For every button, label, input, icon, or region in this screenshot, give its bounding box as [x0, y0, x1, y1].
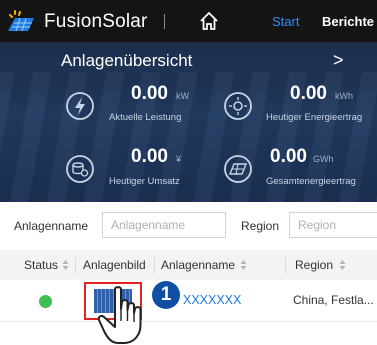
column-header-plant-image: Anlagenbild — [83, 258, 146, 272]
overview-title: Anlagenübersicht — [61, 51, 193, 70]
nav-reports-link[interactable]: Berichte — [322, 14, 374, 29]
current-power-unit: kW — [176, 91, 189, 101]
plant-name-link[interactable]: XXXXXXX — [183, 293, 241, 307]
current-power-value: 0.00 — [131, 83, 168, 104]
column-header-status[interactable]: Status — [24, 258, 58, 272]
pointing-hand-icon — [97, 286, 142, 344]
step-number-badge: 1 — [152, 281, 180, 309]
daily-revenue-unit: ¥ — [176, 154, 182, 164]
panel-total-icon — [224, 155, 252, 183]
chevron-right-icon[interactable]: > — [333, 50, 344, 71]
column-header-plant-name[interactable]: Anlagenname — [161, 258, 235, 272]
region-filter-label: Region — [241, 219, 280, 233]
daily-revenue-label: Heutiger Umsatz — [109, 176, 180, 187]
total-energy-unit: GWh — [313, 154, 334, 164]
coins-icon — [66, 155, 94, 183]
column-divider — [154, 257, 155, 273]
fusionsolar-logo-icon — [8, 10, 34, 32]
sort-icon[interactable] — [240, 259, 247, 271]
sort-icon[interactable] — [339, 259, 346, 271]
plant-table-header: Status Anlagenbild Anlagenname Region — [0, 250, 377, 280]
daily-energy-unit: kWh — [335, 91, 353, 101]
plant-overview-panel: Anlagenübersicht > 0.00 kW Aktuelle Leis… — [0, 42, 377, 202]
column-divider — [285, 257, 286, 273]
column-divider — [75, 257, 76, 273]
nav-start-link[interactable]: Start — [272, 14, 299, 29]
sun-panel-icon — [224, 92, 252, 120]
current-power-label: Aktuelle Leistung — [109, 112, 182, 123]
daily-revenue-value: 0.00 — [131, 146, 168, 167]
sort-icon[interactable] — [62, 259, 69, 271]
brand-name: FusionSolar — [44, 11, 148, 32]
column-header-region[interactable]: Region — [295, 258, 333, 272]
region-filter-input[interactable] — [289, 212, 377, 238]
table-row[interactable]: XXXXXXX China, Festla... — [0, 280, 377, 322]
header-divider — [164, 14, 165, 29]
lightning-icon — [66, 92, 94, 120]
plant-name-filter-input[interactable] — [102, 212, 226, 238]
total-energy-value: 0.00 — [270, 146, 307, 167]
total-energy-label: Gesamtenergieertrag — [266, 176, 356, 187]
plant-name-filter-label: Anlagenname — [14, 219, 89, 233]
status-online-dot — [39, 295, 52, 308]
top-bar: FusionSolar Start Berichte — [0, 0, 377, 42]
daily-energy-label: Heutiger Energieertrag — [266, 112, 363, 123]
home-icon[interactable] — [198, 10, 220, 32]
daily-energy-value: 0.00 — [290, 83, 327, 104]
region-cell: China, Festla... — [293, 293, 374, 307]
